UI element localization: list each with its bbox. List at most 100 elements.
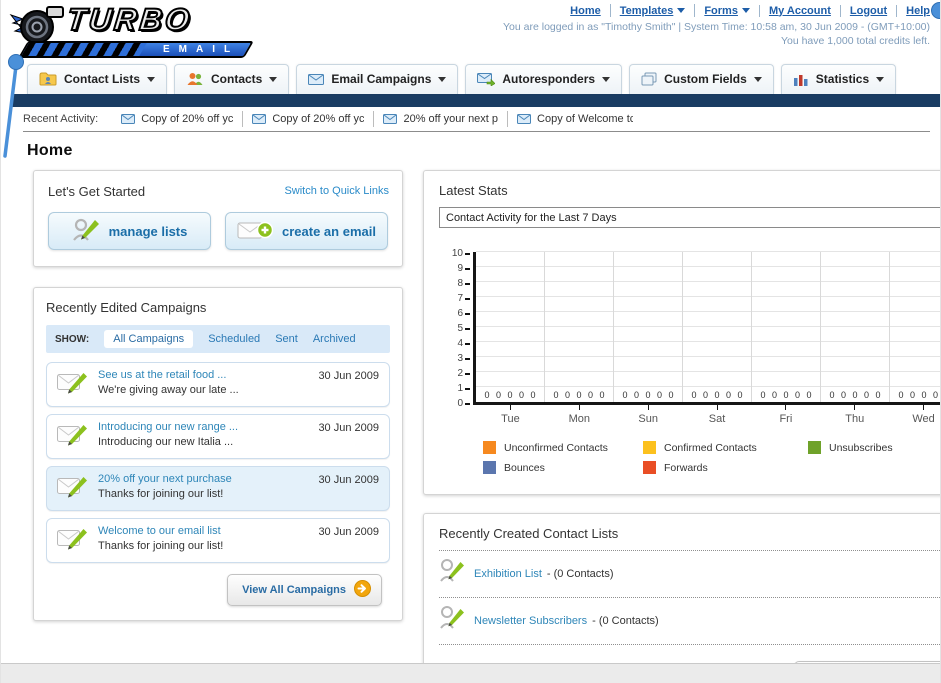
contact-list-count: - (0 Contacts) xyxy=(592,614,659,627)
data-value-label: 0 xyxy=(518,390,524,400)
pin-decoration xyxy=(3,54,24,158)
top-link-home[interactable]: Home xyxy=(570,5,601,17)
contact-activity-chart: 0 1 2 3 4 5 6 7 8 9 10 000000000000000000000000000… xyxy=(439,249,940,474)
y-tick-mark xyxy=(465,403,470,405)
data-value-label: 0 xyxy=(921,390,927,400)
contact-list-item[interactable]: Exhibition List - (0 Contacts) xyxy=(439,551,940,598)
x-tick-label: Thu xyxy=(820,405,889,425)
recent-activity-item[interactable]: Copy of Welcome tc xyxy=(507,111,642,127)
envelope-edit-icon xyxy=(57,423,87,451)
campaign-title-link[interactable]: 20% off your next purchase xyxy=(98,473,307,485)
top-link-logout[interactable]: Logout xyxy=(839,4,887,17)
switch-quick-links-link[interactable]: Switch to Quick Links xyxy=(284,185,389,197)
page-title: Home xyxy=(27,142,73,159)
create-email-button[interactable]: create an email xyxy=(225,212,388,250)
top-link-templates[interactable]: Templates xyxy=(609,4,686,17)
contact-list-item[interactable]: Newsletter Subscribers - (0 Contacts) xyxy=(439,598,940,645)
data-value-label: 0 xyxy=(898,390,904,400)
x-tick-mark xyxy=(854,405,856,410)
stats-period-value: Contact Activity for the Last 7 Days xyxy=(446,211,617,224)
y-tick-mark xyxy=(465,268,470,270)
latest-stats-panel: Latest Stats Contact Activity for the La… xyxy=(423,170,940,495)
envelope-icon xyxy=(383,114,398,124)
data-value-label: 0 xyxy=(794,390,800,400)
campaign-row[interactable]: Introducing our new range ... Introducing… xyxy=(46,414,390,459)
filter-tab-sent[interactable]: Sent xyxy=(275,333,298,345)
tab-statistics[interactable]: Statistics xyxy=(780,64,897,94)
filter-tab-all-campaigns[interactable]: All Campaigns xyxy=(104,330,194,348)
envelope-edit-icon xyxy=(57,475,87,503)
stats-period-select[interactable]: Contact Activity for the Last 7 Days xyxy=(439,207,940,228)
x-tick-label: Sat xyxy=(683,405,752,425)
data-value-label: 0 xyxy=(783,390,789,400)
envelope-icon xyxy=(517,114,532,124)
contact-list-link[interactable]: Newsletter Subscribers xyxy=(474,615,587,627)
campaign-subtitle: Introducing our new Italia ... xyxy=(98,436,234,448)
view-all-campaigns-button[interactable]: View All Campaigns xyxy=(227,574,382,606)
main-nav-tabs: Contact Lists Contacts Email Campaigns Auto… xyxy=(27,64,940,94)
data-value-label: 0 xyxy=(852,390,858,400)
legend-item: Confirmed Contacts xyxy=(643,441,808,454)
legend-label: Forwards xyxy=(664,461,708,474)
campaign-subtitle: Thanks for joining our list! xyxy=(98,540,224,552)
y-tick-mark xyxy=(465,373,470,375)
tab-email-campaigns[interactable]: Email Campaigns xyxy=(296,64,459,94)
login-info: You are logged in as "Timothy Smith" | S… xyxy=(503,21,930,33)
contact-list-link[interactable]: Exhibition List xyxy=(474,568,542,580)
top-link-help[interactable]: Help xyxy=(896,4,930,17)
campaign-subtitle: Thanks for joining our list! xyxy=(98,488,224,500)
contact-list-items: Exhibition List - (0 Contacts) Newsletter… xyxy=(439,551,940,645)
y-tick-label: 2 xyxy=(457,368,463,379)
tab-contact-lists[interactable]: Contact Lists xyxy=(27,64,168,94)
tab-contacts[interactable]: Contacts xyxy=(174,64,290,94)
data-value-label: 0 xyxy=(484,390,490,400)
top-link-my-account[interactable]: My Account xyxy=(758,4,831,17)
campaign-row[interactable]: Welcome to our email list Thanks for join… xyxy=(46,518,390,563)
recent-activity-item[interactable]: 20% off your next p xyxy=(373,111,507,127)
campaign-title-link[interactable]: Welcome to our email list xyxy=(98,525,307,537)
legend-swatch xyxy=(643,461,656,474)
y-tick-label: 0 xyxy=(457,398,463,409)
credits-info: You have 1,000 total credits left. xyxy=(780,35,930,47)
legend-label: Unconfirmed Contacts xyxy=(504,441,608,454)
campaign-row[interactable]: 20% off your next purchase Thanks for joi… xyxy=(46,466,390,511)
contact-lists-icon xyxy=(39,72,57,86)
data-value-label: 0 xyxy=(564,390,570,400)
logo-subtitle: EMAIL xyxy=(162,44,239,55)
y-tick-label: 7 xyxy=(457,293,463,304)
logo-title: TURBO xyxy=(64,1,195,38)
footer-strip xyxy=(1,663,940,683)
left-column: Let's Get Started Switch to Quick Links … xyxy=(33,170,403,621)
recent-activity-item[interactable]: Copy of 20% off yc xyxy=(112,111,242,127)
recent-contact-lists-panel: Recently Created Contact Lists Exhibitio… xyxy=(423,513,940,683)
legend-swatch xyxy=(643,441,656,454)
filter-tab-archived[interactable]: Archived xyxy=(313,333,356,345)
x-tick-label: Sun xyxy=(614,405,683,425)
data-value-label: 0 xyxy=(530,390,536,400)
tab-custom-fields[interactable]: Custom Fields xyxy=(629,64,774,94)
filter-tab-scheduled[interactable]: Scheduled xyxy=(208,333,260,345)
data-value-label: 0 xyxy=(932,390,938,400)
x-tick-mark xyxy=(716,405,718,410)
data-value-label: 0 xyxy=(645,390,651,400)
campaign-date: 30 Jun 2009 xyxy=(318,526,379,538)
data-value-label: 0 xyxy=(495,390,501,400)
data-value-label: 0 xyxy=(806,390,812,400)
campaign-row[interactable]: See us at the retail food ... We're givin… xyxy=(46,362,390,407)
top-link-forms[interactable]: Forms xyxy=(694,4,750,17)
create-email-label: create an email xyxy=(282,223,376,239)
recent-activity-text: Copy of 20% off yc xyxy=(141,113,234,125)
data-value-label: 0 xyxy=(507,390,513,400)
view-all-campaigns-label: View All Campaigns xyxy=(242,584,346,596)
manage-lists-button[interactable]: manage lists xyxy=(48,212,211,250)
y-tick-label: 6 xyxy=(457,308,463,319)
campaign-title-link[interactable]: Introducing our new range ... xyxy=(98,421,307,433)
recent-activity-item[interactable]: Copy of 20% off yc xyxy=(242,111,373,127)
y-tick-mark xyxy=(465,313,470,315)
data-value-label: 0 xyxy=(909,390,915,400)
campaign-date: 30 Jun 2009 xyxy=(318,474,379,486)
tab-autoresponders[interactable]: Autoresponders xyxy=(465,64,623,94)
data-value-label: 0 xyxy=(599,390,605,400)
campaign-title-link[interactable]: See us at the retail food ... xyxy=(98,369,307,381)
chevron-down-icon xyxy=(269,77,278,86)
